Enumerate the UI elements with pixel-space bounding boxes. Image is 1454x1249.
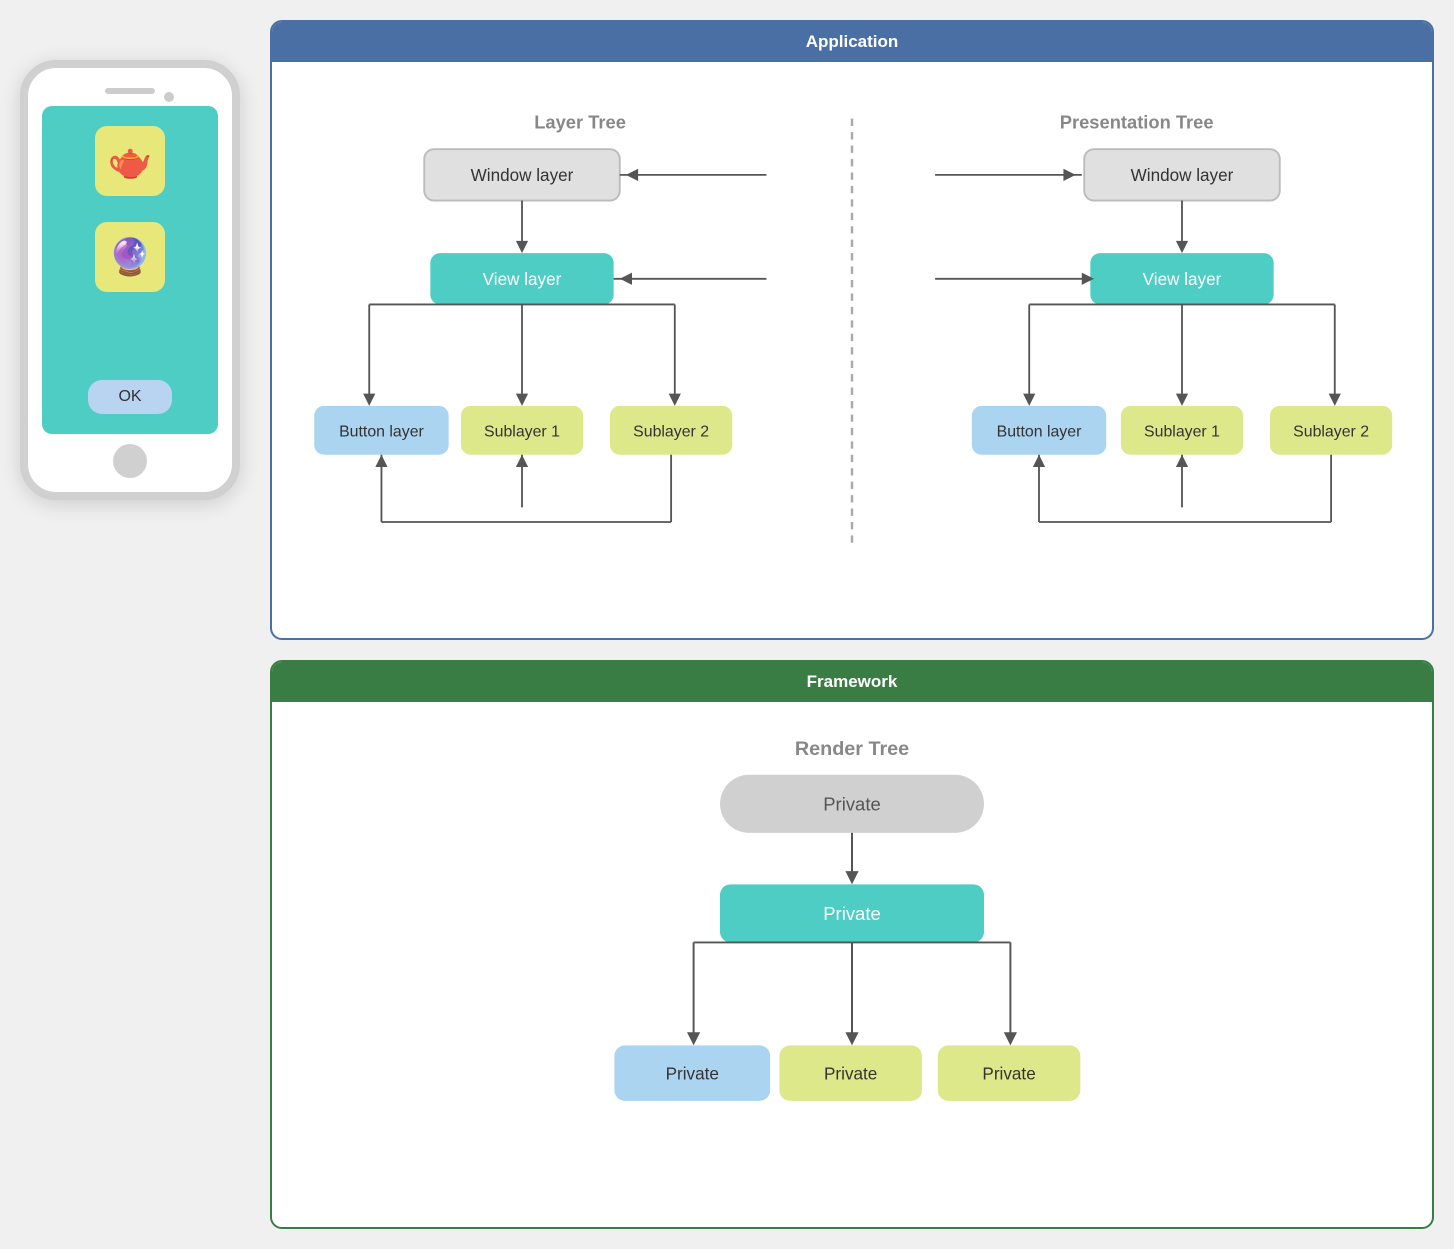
framework-content: Render Tree Private Private (272, 702, 1432, 1227)
svg-text:View layer: View layer (1143, 270, 1222, 289)
framework-diagram: Render Tree Private Private (522, 722, 1182, 1197)
gem-icon-box: 🔮 (95, 222, 165, 292)
phone-home-button (113, 444, 147, 478)
main-container: 🫖 🔮 OK Application Layer Tree Presentati… (20, 20, 1434, 1229)
svg-text:Private: Private (982, 1063, 1035, 1083)
svg-text:Sublayer 2: Sublayer 2 (1293, 423, 1369, 440)
phone-mockup: 🫖 🔮 OK (20, 60, 240, 500)
teapot-icon: 🫖 (108, 140, 153, 182)
svg-text:Sublayer 1: Sublayer 1 (484, 423, 560, 440)
phone-speaker (105, 88, 155, 94)
svg-text:Sublayer 2: Sublayer 2 (633, 423, 709, 440)
svg-text:Private: Private (824, 1063, 877, 1083)
application-diagram: Layer Tree Presentation Tree Window laye… (302, 82, 1402, 608)
svg-text:Private: Private (666, 1063, 719, 1083)
svg-text:Render Tree: Render Tree (795, 738, 909, 760)
teapot-icon-box: 🫖 (95, 126, 165, 196)
application-box: Application Layer Tree Presentation Tree… (270, 20, 1434, 640)
phone-screen: 🫖 🔮 OK (42, 106, 218, 434)
diagrams-area: Application Layer Tree Presentation Tree… (270, 20, 1434, 1229)
svg-text:Layer Tree: Layer Tree (534, 111, 626, 132)
svg-text:Presentation Tree: Presentation Tree (1060, 111, 1214, 132)
application-title: Application (272, 22, 1432, 62)
ok-button[interactable]: OK (88, 380, 171, 414)
svg-text:Button layer: Button layer (339, 423, 424, 440)
framework-title: Framework (272, 662, 1432, 702)
svg-text:Private: Private (823, 903, 880, 924)
svg-text:Window layer: Window layer (471, 166, 574, 185)
framework-box: Framework Render Tree Private Private (270, 660, 1434, 1229)
svg-text:Window layer: Window layer (1131, 166, 1234, 185)
svg-text:Button layer: Button layer (997, 423, 1082, 440)
svg-text:Private: Private (823, 793, 880, 814)
application-content: Layer Tree Presentation Tree Window laye… (272, 62, 1432, 638)
phone-camera (164, 92, 174, 102)
gem-icon: 🔮 (108, 236, 153, 278)
svg-text:View layer: View layer (483, 270, 562, 289)
svg-text:Sublayer 1: Sublayer 1 (1144, 423, 1220, 440)
